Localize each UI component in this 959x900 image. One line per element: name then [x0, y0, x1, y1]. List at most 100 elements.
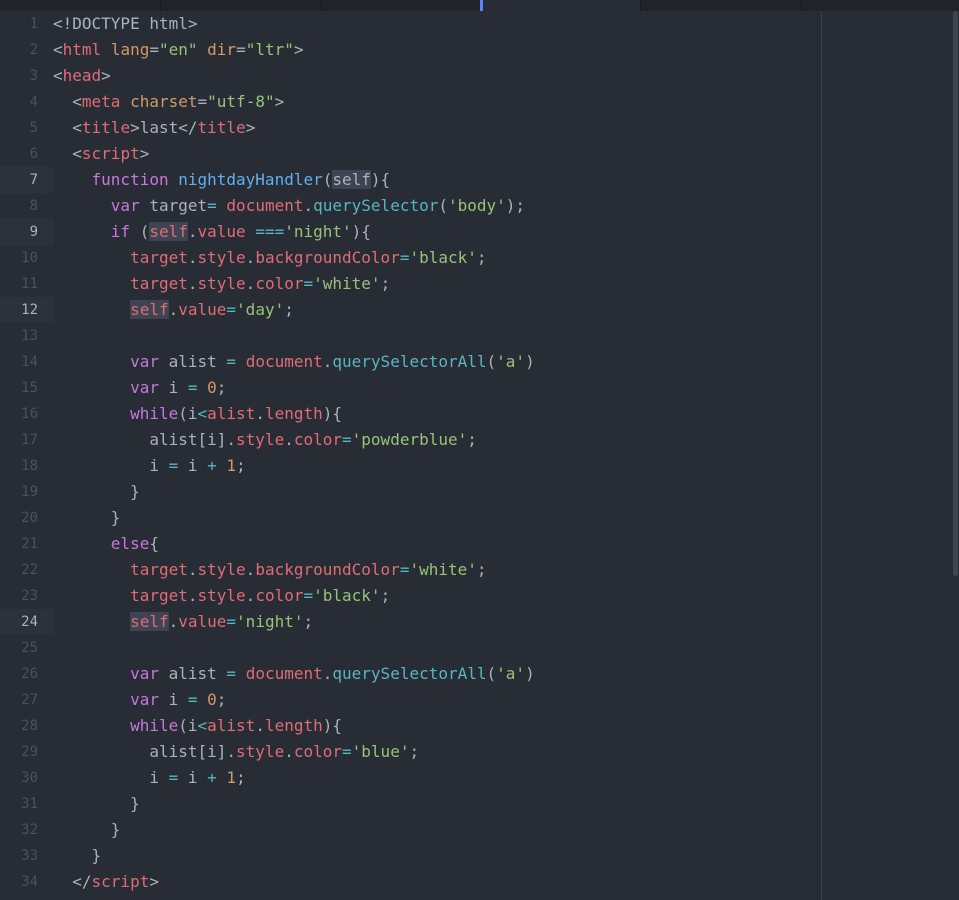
code-line[interactable]: 17 alist[i].style.color='powderblue';: [0, 427, 950, 453]
code-line[interactable]: 26 var alist = document.querySelectorAll…: [0, 661, 950, 687]
code-text[interactable]: if (self.value ==='night'){: [53, 219, 371, 245]
code-text[interactable]: <head>: [53, 63, 111, 89]
code-text[interactable]: self.value='night';: [53, 609, 313, 635]
line-number: 10: [21, 250, 38, 266]
code-token: 'body': [448, 196, 506, 215]
code-text[interactable]: var i = 0;: [53, 687, 226, 713]
code-line[interactable]: 34 </script>: [0, 869, 950, 895]
code-text[interactable]: <!DOCTYPE html>: [53, 11, 198, 37]
code-token: 'white': [313, 274, 381, 293]
code-line[interactable]: 21 else{: [0, 531, 950, 557]
code-line[interactable]: 18 i = i + 1;: [0, 453, 950, 479]
code-line[interactable]: 24 self.value='night';: [0, 609, 950, 635]
code-text[interactable]: function nightdayHandler(self){: [53, 167, 390, 193]
code-line[interactable]: 1 <!DOCTYPE html>: [0, 11, 950, 37]
code-line[interactable]: 31 }: [0, 791, 950, 817]
code-line[interactable]: 6 <script>: [0, 141, 950, 167]
code-line[interactable]: 32 }: [0, 817, 950, 843]
code-token: .: [187, 586, 198, 605]
code-text[interactable]: target.style.backgroundColor='black';: [53, 245, 486, 271]
code-text[interactable]: }: [53, 843, 102, 869]
code-text[interactable]: target.style.backgroundColor='white';: [53, 557, 486, 583]
code-line[interactable]: 15 var i = 0;: [0, 375, 950, 401]
code-token: ===: [255, 222, 285, 241]
code-text[interactable]: alist[i].style.color='powderblue';: [53, 427, 477, 453]
code-line[interactable]: 22 target.style.backgroundColor='white';: [0, 557, 950, 583]
code-line[interactable]: 19 }: [0, 479, 950, 505]
code-line[interactable]: 16 while(i<alist.length){: [0, 401, 950, 427]
code-text[interactable]: }: [53, 505, 121, 531]
code-line[interactable]: 28 while(i<alist.length){: [0, 713, 950, 739]
code-text[interactable]: </script>: [53, 869, 159, 895]
code-line[interactable]: 9 if (self.value ==='night'){: [0, 219, 950, 245]
code-line[interactable]: 11 target.style.color='white';: [0, 271, 950, 297]
code-token: alist[i].: [53, 742, 237, 761]
tab-2[interactable]: [161, 0, 322, 11]
code-text[interactable]: var alist = document.querySelectorAll('a…: [53, 349, 535, 375]
code-token: =: [226, 612, 237, 631]
code-text[interactable]: <html lang="en" dir="ltr">: [53, 37, 304, 63]
code-line[interactable]: 25: [0, 635, 950, 661]
code-text[interactable]: target.style.color='white';: [53, 271, 390, 297]
code-text[interactable]: var alist = document.querySelectorAll('a…: [53, 661, 535, 687]
code-text[interactable]: <meta charset="utf-8">: [53, 89, 284, 115]
code-token: alist: [158, 664, 227, 683]
code-token: querySelectorAll: [332, 664, 487, 683]
code-line[interactable]: 29 alist[i].style.color='blue';: [0, 739, 950, 765]
code-line[interactable]: 14 var alist = document.querySelectorAll…: [0, 349, 950, 375]
tab-5[interactable]: [802, 0, 959, 11]
code-token: style: [236, 430, 285, 449]
code-line[interactable]: 13: [0, 323, 950, 349]
code-text[interactable]: }: [53, 817, 121, 843]
code-text[interactable]: }: [53, 791, 140, 817]
code-line[interactable]: 3 <head>: [0, 63, 950, 89]
code-line[interactable]: 10 target.style.backgroundColor='black';: [0, 245, 950, 271]
code-text[interactable]: var target= document.querySelector('body…: [53, 193, 525, 219]
line-number: 11: [21, 276, 38, 292]
code-line[interactable]: 4 <meta charset="utf-8">: [0, 89, 950, 115]
tab-4[interactable]: [641, 0, 802, 11]
code-editor[interactable]: 1 <!DOCTYPE html> 2 <html lang="en" dir="lt…: [0, 11, 959, 900]
code-token: (: [486, 352, 497, 371]
code-text[interactable]: i = i + 1;: [53, 453, 245, 479]
code-line[interactable]: 23 target.style.color='black';: [0, 583, 950, 609]
code-text[interactable]: self.value='day';: [53, 297, 294, 323]
code-text[interactable]: target.style.color='black';: [53, 583, 390, 609]
scrollbar-thumb[interactable]: [953, 11, 958, 576]
tab-1[interactable]: [0, 0, 161, 11]
code-token: i: [178, 768, 208, 787]
code-token: (i: [178, 716, 198, 735]
code-text[interactable]: else{: [53, 531, 159, 557]
code-text[interactable]: while(i<alist.length){: [53, 713, 342, 739]
code-line[interactable]: 33 }: [0, 843, 950, 869]
code-line[interactable]: 12 self.value='day';: [0, 297, 950, 323]
code-text[interactable]: var i = 0;: [53, 375, 226, 401]
code-token: 1: [226, 456, 237, 475]
code-lines[interactable]: 1 <!DOCTYPE html> 2 <html lang="en" dir="lt…: [0, 11, 950, 895]
code-line[interactable]: 30 i = i + 1;: [0, 765, 950, 791]
code-token: target: [130, 560, 188, 579]
code-token: >: [274, 92, 285, 111]
tab-active[interactable]: [480, 0, 641, 11]
code-token: .: [245, 274, 256, 293]
code-text[interactable]: <script>: [53, 141, 149, 167]
code-text[interactable]: i = i + 1;: [53, 765, 245, 791]
code-token: (: [438, 196, 448, 215]
code-line[interactable]: 20 }: [0, 505, 950, 531]
code-token: 'day': [236, 300, 285, 319]
code-line[interactable]: 7 function nightdayHandler(self){: [0, 167, 950, 193]
code-line[interactable]: 8 var target= document.querySelector('bo…: [0, 193, 950, 219]
vertical-scrollbar[interactable]: [950, 11, 959, 900]
code-line[interactable]: 5 <title>last</title>: [0, 115, 950, 141]
code-text[interactable]: while(i<alist.length){: [53, 401, 342, 427]
code-token: document: [245, 664, 323, 683]
code-text[interactable]: <title>last</title>: [53, 115, 255, 141]
code-text[interactable]: }: [53, 479, 140, 505]
code-text[interactable]: alist[i].style.color='blue';: [53, 739, 419, 765]
code-line[interactable]: 2 <html lang="en" dir="ltr">: [0, 37, 950, 63]
code-line[interactable]: 27 var i = 0;: [0, 687, 950, 713]
code-token: style: [236, 742, 285, 761]
code-token: 'black': [409, 248, 477, 267]
